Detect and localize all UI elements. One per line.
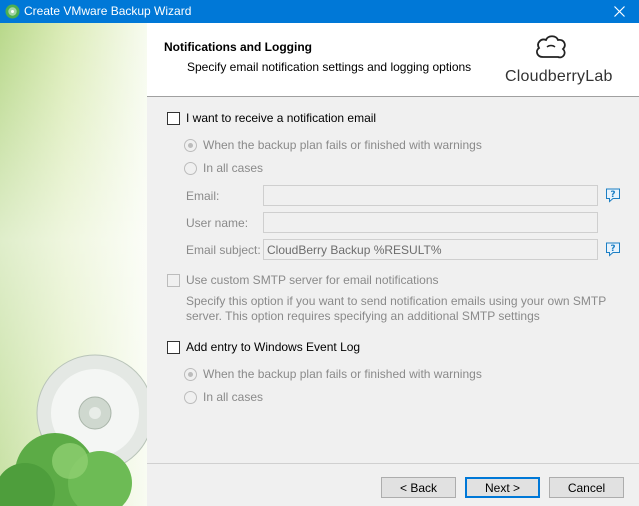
event-log-radio-fail-circle[interactable] [184,367,197,381]
wizard-header: Notifications and Logging Specify email … [147,23,639,97]
next-button[interactable]: Next > [465,477,540,498]
event-log-radio-all[interactable]: In all cases [184,390,263,404]
email-subject-field[interactable] [263,239,598,260]
email-subject-label: Email subject: [186,243,261,257]
custom-smtp-checkbox-box[interactable] [167,273,180,287]
notification-radio-fail[interactable]: When the backup plan fails or finished w… [184,138,482,152]
disc-graphic-icon [0,354,147,506]
custom-smtp-checkbox-label: Use custom SMTP server for email notific… [186,273,439,287]
username-field[interactable] [263,212,598,233]
notification-email-checkbox-box[interactable] [167,111,180,125]
title-bar: Create VMware Backup Wizard [0,0,639,23]
cloudberry-app-icon [5,4,20,19]
notification-radio-all-circle[interactable] [184,161,197,175]
window-title: Create VMware Backup Wizard [24,4,192,18]
event-log-radio-all-circle[interactable] [184,390,197,404]
page-subtitle: Specify email notification settings and … [187,60,472,74]
close-icon [613,6,625,17]
notification-email-checkbox[interactable]: I want to receive a notification email [167,111,376,125]
email-subject-help-icon[interactable]: ? [605,241,621,257]
notification-radio-all[interactable]: In all cases [184,161,263,175]
notification-radio-all-label: In all cases [203,161,264,175]
custom-smtp-checkbox[interactable]: Use custom SMTP server for email notific… [167,273,439,287]
email-help-icon[interactable]: ? [605,187,621,203]
footer-divider [147,463,639,464]
svg-text:?: ? [610,244,615,254]
event-log-radio-fail[interactable]: When the backup plan fails or finished w… [184,367,482,381]
event-log-radio-all-label: In all cases [203,390,264,404]
page-title: Notifications and Logging [164,40,312,54]
email-field[interactable] [263,185,598,206]
side-banner [0,23,147,506]
username-label: User name: [186,216,249,230]
notification-email-checkbox-label: I want to receive a notification email [186,111,377,125]
event-log-checkbox[interactable]: Add entry to Windows Event Log [167,340,360,354]
notification-radio-fail-circle[interactable] [184,138,197,152]
svg-text:?: ? [610,190,615,200]
wizard-content: I want to receive a notification email W… [147,97,639,463]
cloudberry-logo-text: CloudberryLab [505,68,613,85]
cloudberry-logo-icon [536,35,566,59]
back-button[interactable]: < Back [381,477,456,498]
notification-radio-fail-label: When the backup plan fails or finished w… [203,138,482,152]
event-log-radio-fail-label: When the backup plan fails or finished w… [203,367,482,381]
cancel-button[interactable]: Cancel [549,477,624,498]
event-log-checkbox-box[interactable] [167,340,180,354]
close-button[interactable] [599,0,639,23]
custom-smtp-description: Specify this option if you want to send … [186,294,606,323]
email-label: Email: [186,189,220,203]
event-log-checkbox-label: Add entry to Windows Event Log [186,340,361,354]
